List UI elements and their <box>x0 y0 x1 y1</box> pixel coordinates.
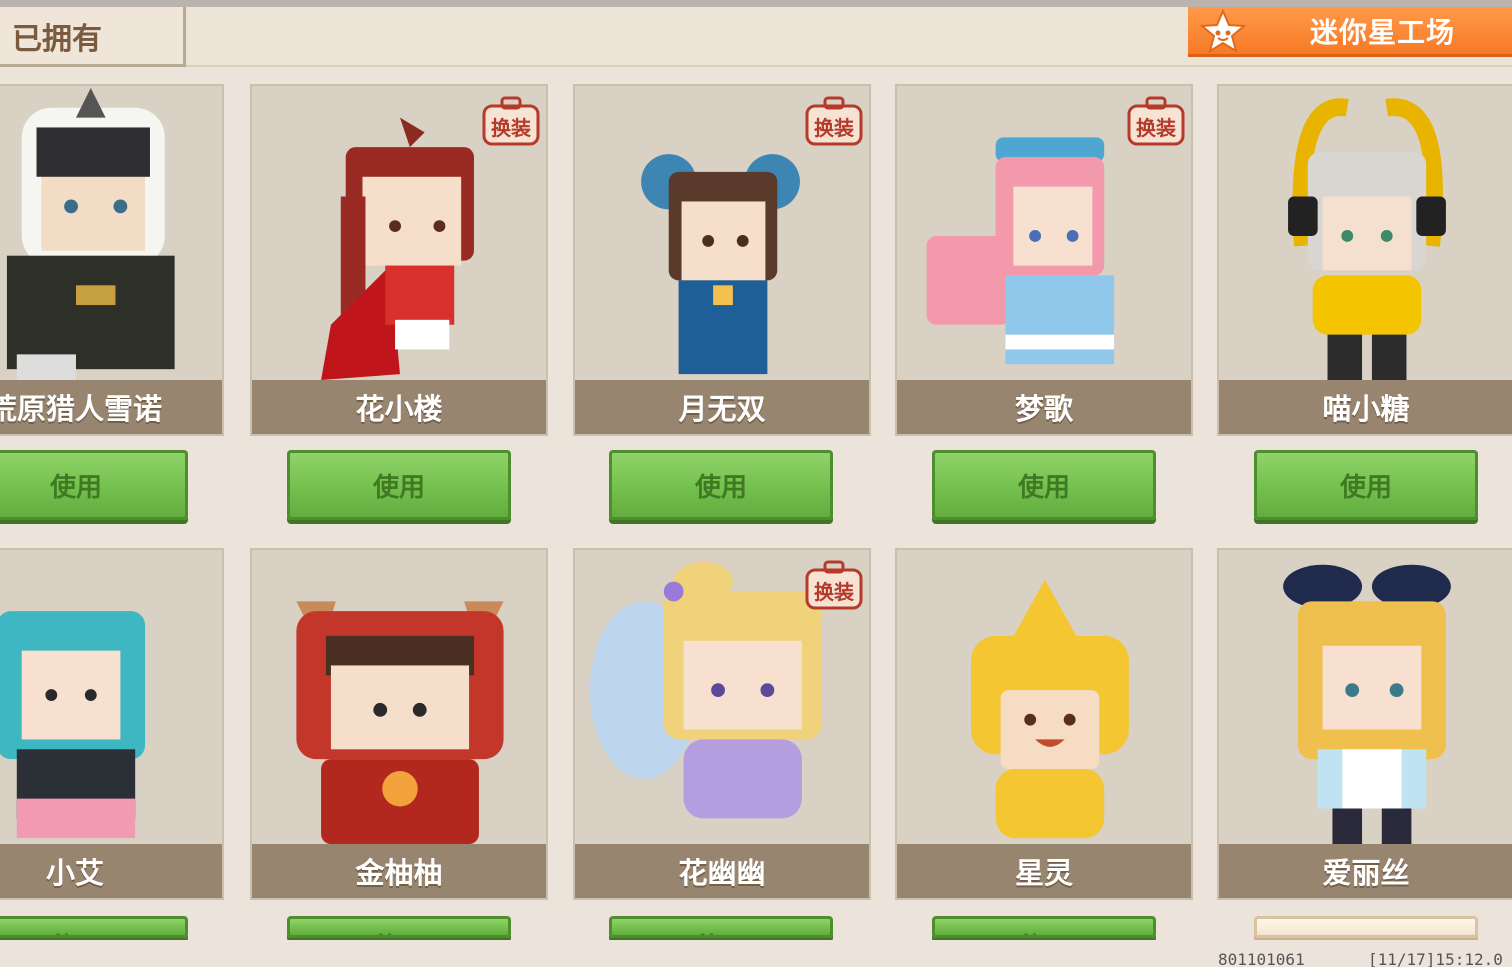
skin-card-hua-xiaolou[interactable]: 换装 花小楼 <box>250 84 548 436</box>
outfit-change-badge-icon: 换装 <box>805 96 863 146</box>
outfit-change-badge-icon: 换装 <box>1127 96 1185 146</box>
skin-name: 喵小糖 <box>1219 380 1512 434</box>
skin-name: 花小楼 <box>252 380 546 434</box>
use-button[interactable]: 使用 <box>0 450 188 520</box>
use-button[interactable]: 使用 <box>932 916 1156 938</box>
skin-name: 花幽幽 <box>575 844 869 898</box>
debug-footer: 801101061 [11/17]15:12.0 <box>0 940 1512 967</box>
character-alice-art <box>1283 564 1451 845</box>
badge-label: 换装 <box>1136 116 1176 140</box>
top-strip <box>0 0 1512 7</box>
use-button[interactable]: 使用 <box>287 450 511 520</box>
skin-card-snow[interactable]: 荒原猎人雪诺 <box>0 84 224 436</box>
character-xing-ling-art <box>970 579 1129 839</box>
skin-name: 荒原猎人雪诺 <box>0 380 222 434</box>
character-jin-youyou-art <box>296 601 504 845</box>
skin-card-meng-ge[interactable]: 换装 梦歌 <box>895 84 1193 436</box>
character-xiao-ai-art <box>0 611 146 839</box>
use-button[interactable]: 使用 <box>609 450 833 520</box>
use-button[interactable]: 使用 <box>932 450 1156 520</box>
skin-card-alice[interactable]: 爱丽丝 <box>1217 548 1512 900</box>
use-button[interactable]: 使用 <box>1254 450 1478 520</box>
use-button[interactable]: 使用 <box>0 916 188 938</box>
skin-card-jin-youyou[interactable]: 金柚柚 <box>250 548 548 900</box>
build-id: 801101061 <box>1218 950 1305 967</box>
skin-card-xiao-ai[interactable]: 小艾 <box>0 548 224 900</box>
tab-owned-label: 已拥有 <box>12 21 102 57</box>
header-bar: 已拥有 迷你星工场 <box>0 7 1512 67</box>
use-button-alt[interactable] <box>1254 916 1478 938</box>
outfit-change-badge-icon: 换装 <box>482 96 540 146</box>
character-snow-hunter-art <box>6 87 175 381</box>
skin-name: 梦歌 <box>897 380 1191 434</box>
badge-label: 换装 <box>814 580 854 604</box>
skin-card-xing-ling[interactable]: 星灵 <box>895 548 1193 900</box>
skin-name: 小艾 <box>0 844 222 898</box>
badge-label: 换装 <box>814 116 854 140</box>
badge-label: 换装 <box>491 116 531 140</box>
skin-card-miao-xiaotang[interactable]: 喵小糖 <box>1217 84 1512 436</box>
mini-workshop-label: 迷你星工场 <box>1310 15 1456 49</box>
mini-workshop-button[interactable]: 迷你星工场 <box>1188 7 1512 57</box>
timestamp: [11/17]15:12.0 <box>1368 950 1503 967</box>
use-button[interactable]: 使用 <box>287 916 511 938</box>
skin-name: 月无双 <box>575 380 869 434</box>
skin-card-hua-youyou[interactable]: 换装 花幽幽 <box>573 548 871 900</box>
skin-name: 爱丽丝 <box>1219 844 1512 898</box>
character-miao-xiaotang-art <box>1288 98 1446 381</box>
skin-name: 星灵 <box>897 844 1191 898</box>
skin-card-yue-wushuang[interactable]: 换装 月无双 <box>573 84 871 436</box>
use-button[interactable]: 使用 <box>609 916 833 938</box>
outfit-change-badge-icon: 换装 <box>805 560 863 610</box>
star-icon <box>1198 8 1248 54</box>
tab-owned[interactable]: 已拥有 <box>0 7 186 67</box>
skin-name: 金柚柚 <box>252 844 546 898</box>
